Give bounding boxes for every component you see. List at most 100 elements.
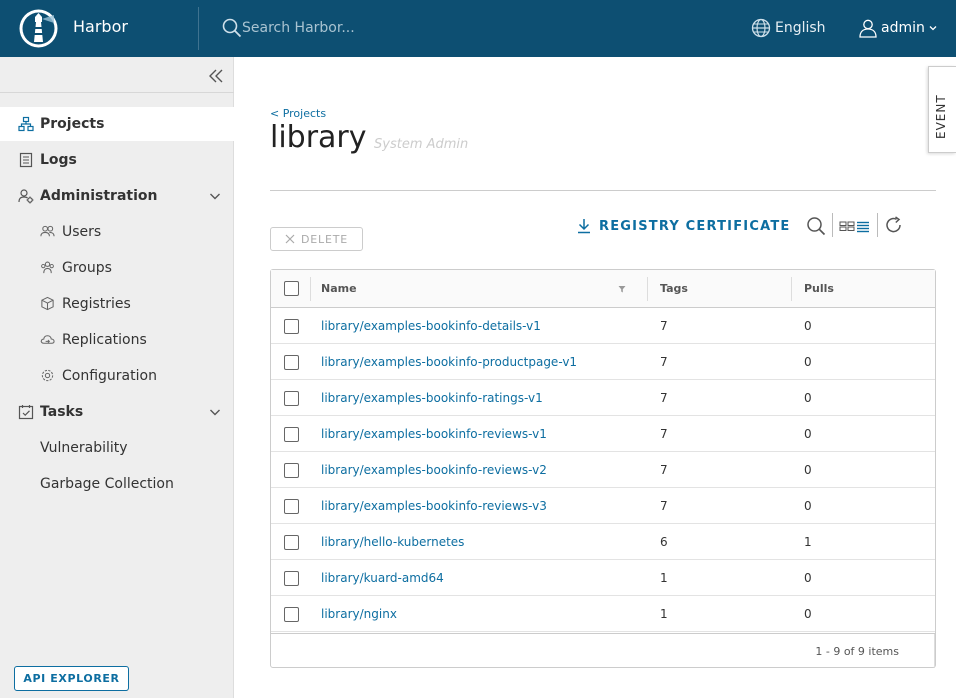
row-checkbox[interactable] [284, 463, 299, 478]
tags-count: 6 [660, 535, 668, 549]
repository-name-link[interactable]: library/examples-bookinfo-productpage-v1 [321, 355, 577, 369]
harbor-logo-icon[interactable] [18, 8, 59, 49]
logs-icon [19, 152, 33, 168]
column-divider [310, 277, 311, 301]
tags-count: 7 [660, 463, 668, 477]
repository-name-link[interactable]: library/hello-kubernetes [321, 535, 464, 549]
sidebar-item-label: Vulnerability [40, 440, 128, 456]
table-row[interactable]: library/examples-bookinfo-reviews-v1 7 0 [271, 416, 935, 452]
tags-count: 7 [660, 499, 668, 513]
sidebar-item-label: Administration [40, 188, 158, 204]
download-icon [578, 219, 590, 234]
collapse-sidebar-icon[interactable] [207, 67, 225, 85]
column-divider[interactable] [647, 277, 648, 301]
refresh-icon[interactable] [884, 216, 904, 236]
pulls-count: 0 [804, 571, 812, 585]
sidebar-item-groups[interactable]: Groups [0, 251, 234, 285]
sidebar-item-users[interactable]: Users [0, 215, 234, 249]
pulls-count: 0 [804, 427, 812, 441]
select-all-checkbox[interactable] [284, 281, 299, 296]
language-selector[interactable]: English [751, 16, 826, 40]
column-header-name[interactable]: Name [321, 282, 357, 295]
sidebar-item-garbage-collection[interactable]: Garbage Collection [0, 467, 234, 501]
column-header-pulls[interactable]: Pulls [804, 282, 834, 295]
configuration-icon [41, 369, 54, 382]
breadcrumb[interactable]: < Projects [270, 107, 326, 120]
users-icon [40, 225, 55, 237]
tags-count: 1 [660, 571, 668, 585]
repository-name-link[interactable]: library/examples-bookinfo-details-v1 [321, 319, 541, 333]
tags-count: 7 [660, 391, 668, 405]
row-checkbox[interactable] [284, 499, 299, 514]
tags-count: 7 [660, 355, 668, 369]
api-explorer-button[interactable]: API EXPLORER [14, 666, 129, 691]
card-view-icon[interactable] [839, 216, 855, 236]
pulls-count: 0 [804, 607, 812, 621]
table-row[interactable]: library/nginx 1 0 [271, 596, 935, 632]
projects-icon [18, 116, 34, 132]
row-checkbox[interactable] [284, 355, 299, 370]
event-tab-label: EVENT [934, 94, 948, 139]
chevron-down-icon [929, 26, 937, 31]
close-icon [285, 234, 295, 244]
pulls-count: 0 [804, 355, 812, 369]
column-divider[interactable] [791, 277, 792, 301]
row-checkbox[interactable] [284, 391, 299, 406]
sidebar-item-registries[interactable]: Registries [0, 287, 234, 321]
repository-name-link[interactable]: library/examples-bookinfo-reviews-v3 [321, 499, 547, 513]
repository-name-link[interactable]: library/examples-bookinfo-reviews-v2 [321, 463, 547, 477]
sidebar-item-tasks[interactable]: Tasks [0, 395, 234, 429]
pulls-count: 0 [804, 319, 812, 333]
table-row[interactable]: library/examples-bookinfo-productpage-v1… [271, 344, 935, 380]
sidebar: Projects Logs Administration Users Group… [0, 57, 234, 698]
table-row[interactable]: library/hello-kubernetes 6 1 [271, 524, 935, 560]
sidebar-item-logs[interactable]: Logs [0, 143, 234, 177]
globe-icon [751, 18, 771, 38]
list-view-icon[interactable] [856, 216, 870, 236]
sidebar-item-label: Garbage Collection [40, 476, 174, 492]
table-row[interactable]: library/kuard-amd64 1 0 [271, 560, 935, 596]
row-checkbox[interactable] [284, 571, 299, 586]
search-icon[interactable] [806, 216, 826, 236]
pulls-count: 0 [804, 499, 812, 513]
registry-certificate-button[interactable]: REGISTRY CERTIFICATE [577, 216, 790, 236]
row-checkbox[interactable] [284, 535, 299, 550]
registry-certificate-label: REGISTRY CERTIFICATE [599, 218, 791, 234]
sidebar-item-projects[interactable]: Projects [0, 107, 234, 141]
table-row[interactable]: library/examples-bookinfo-ratings-v1 7 0 [271, 380, 935, 416]
toolbar-divider [832, 213, 833, 237]
table-row[interactable]: library/examples-bookinfo-reviews-v3 7 0 [271, 488, 935, 524]
header-divider [198, 7, 199, 50]
pagination-count: 1 - 9 of 9 items [815, 645, 899, 658]
sidebar-item-label: Projects [40, 116, 105, 132]
role-label: System Admin [374, 137, 469, 152]
chevron-down-icon[interactable] [208, 189, 222, 203]
tags-count: 7 [660, 427, 668, 441]
row-checkbox[interactable] [284, 319, 299, 334]
row-checkbox[interactable] [284, 427, 299, 442]
sidebar-item-vulnerability[interactable]: Vulnerability [0, 431, 234, 465]
search-input[interactable] [242, 16, 462, 40]
chevron-down-icon[interactable] [208, 405, 222, 419]
sidebar-item-configuration[interactable]: Configuration [0, 359, 234, 393]
repository-name-link[interactable]: library/examples-bookinfo-ratings-v1 [321, 391, 543, 405]
event-tab[interactable]: EVENT [928, 66, 956, 153]
sidebar-item-administration[interactable]: Administration [0, 179, 234, 213]
brand-name[interactable]: Harbor [73, 17, 128, 36]
row-checkbox[interactable] [284, 607, 299, 622]
column-header-tags[interactable]: Tags [660, 282, 688, 295]
user-menu[interactable]: admin [858, 16, 938, 40]
groups-icon [41, 261, 54, 274]
pulls-count: 1 [804, 535, 812, 549]
table-row[interactable]: library/examples-bookinfo-reviews-v2 7 0 [271, 452, 935, 488]
delete-button[interactable]: DELETE [270, 227, 363, 251]
repository-name-link[interactable]: library/examples-bookinfo-reviews-v1 [321, 427, 547, 441]
table-row[interactable]: library/examples-bookinfo-details-v1 7 0 [271, 308, 935, 344]
sidebar-item-label: Tasks [40, 404, 84, 420]
repository-name-link[interactable]: library/nginx [321, 607, 397, 621]
filter-icon[interactable] [618, 285, 626, 293]
user-name: admin [881, 20, 925, 36]
search-icon[interactable] [222, 18, 242, 38]
repository-name-link[interactable]: library/kuard-amd64 [321, 571, 444, 585]
sidebar-item-replications[interactable]: Replications [0, 323, 234, 357]
